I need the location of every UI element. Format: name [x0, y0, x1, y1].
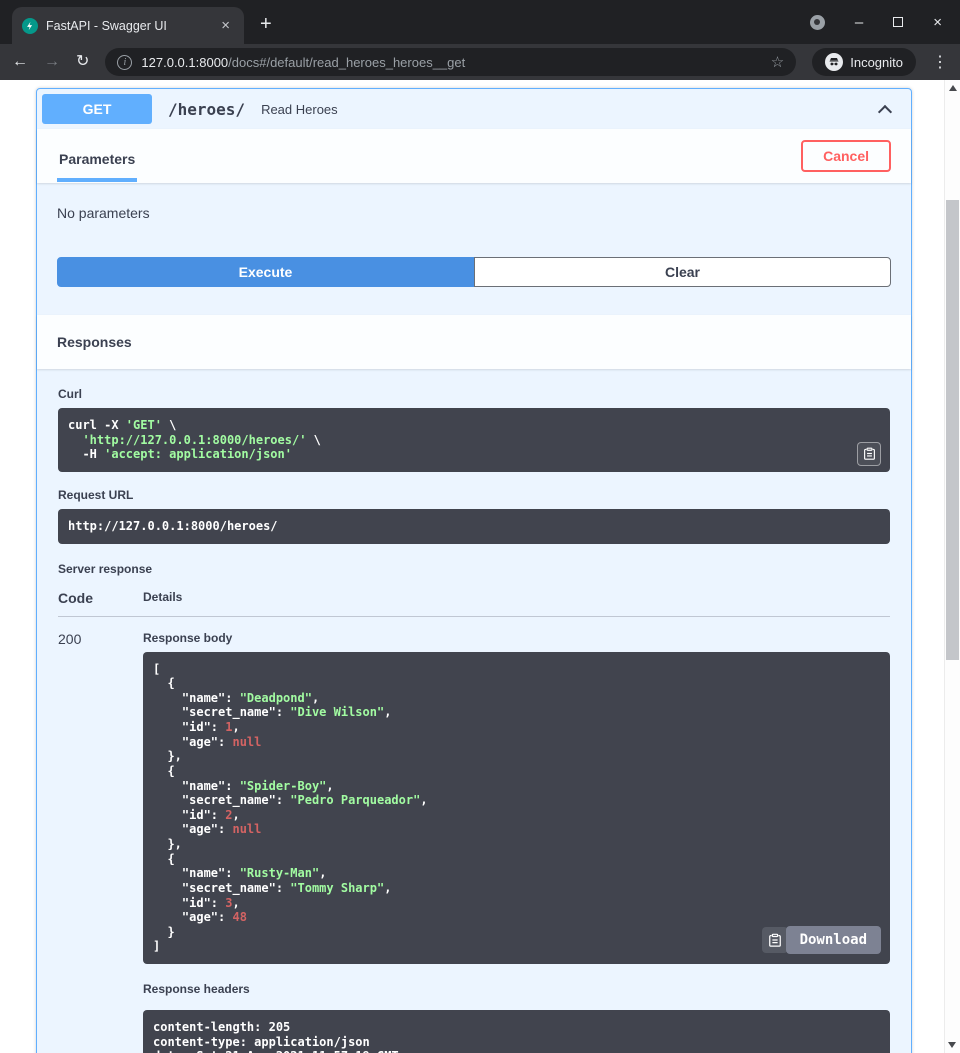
incognito-badge: Incognito [812, 48, 916, 76]
site-info-icon[interactable]: i [117, 55, 132, 70]
curl-label: Curl [58, 387, 890, 401]
close-icon[interactable]: × [933, 15, 942, 30]
response-body-label: Response body [143, 631, 890, 645]
url-path: /docs#/default/read_heroes_heroes__get [228, 55, 465, 70]
parameters-header: Parameters Cancel [37, 129, 911, 183]
copy-response-icon[interactable] [762, 927, 788, 953]
fastapi-favicon-icon [22, 18, 38, 34]
page-scrollbar[interactable] [944, 80, 960, 1053]
new-tab-button[interactable]: + [260, 13, 272, 36]
window-menu-dot [814, 19, 820, 25]
refresh-icon[interactable]: ↻ [76, 54, 89, 70]
download-button[interactable]: Download [786, 926, 881, 954]
scroll-down-icon[interactable] [948, 1042, 956, 1048]
response-body-json: [ { "name": "Deadpond", "secret_name": "… [153, 662, 880, 955]
no-parameters-text: No parameters [57, 205, 150, 221]
parameters-body: No parameters [37, 183, 911, 257]
scrollbar-thumb[interactable] [946, 200, 959, 660]
responses-body: Curl curl -X 'GET' \ 'http://127.0.0.1:8… [37, 369, 911, 1053]
server-response-label: Server response [58, 562, 890, 576]
opblock-summary[interactable]: GET /heroes/ Read Heroes [37, 89, 911, 129]
url-host: 127.0.0.1:8000 [141, 55, 228, 70]
response-headers-block: content-length: 205 content-type: applic… [143, 1010, 890, 1053]
request-url-block: http://127.0.0.1:8000/heroes/ [58, 509, 890, 544]
browser-titlebar: FastAPI - Swagger UI × + – × [0, 0, 960, 44]
maximize-icon[interactable] [893, 17, 903, 27]
browser-navbar: ← → ↻ i 127.0.0.1:8000/docs#/default/rea… [0, 44, 960, 80]
back-icon[interactable]: ← [12, 54, 28, 70]
responses-header: Responses [37, 315, 911, 369]
tab-parameters[interactable]: Parameters [57, 141, 137, 182]
request-url-value: http://127.0.0.1:8000/heroes/ [68, 519, 278, 533]
window-controls: – × [792, 0, 960, 44]
response-row-200: 200 Response body [ { "name": "Deadpond"… [58, 617, 890, 1053]
copy-curl-icon[interactable] [857, 442, 881, 466]
endpoint-summary: Read Heroes [261, 102, 870, 117]
response-body-block: [ { "name": "Deadpond", "secret_name": "… [143, 652, 890, 965]
browser-tab[interactable]: FastAPI - Swagger UI × [12, 7, 244, 44]
bookmark-star-icon[interactable]: ☆ [771, 53, 784, 71]
details-column-header: Details [143, 590, 182, 606]
tab-close-icon[interactable]: × [217, 16, 234, 35]
forward-icon[interactable]: → [44, 54, 60, 70]
endpoint-path: /heroes/ [162, 100, 251, 119]
response-headers-text: content-length: 205 content-type: applic… [153, 1020, 880, 1053]
collapse-chevron-icon[interactable] [878, 105, 892, 119]
browser-menu-icon[interactable]: ⋮ [932, 52, 948, 72]
curl-command-text: curl -X 'GET' \ 'http://127.0.0.1:8000/h… [68, 418, 880, 462]
responses-title: Responses [57, 334, 132, 350]
request-url-label: Request URL [58, 488, 890, 502]
execute-button[interactable]: Execute [57, 257, 474, 287]
incognito-icon [825, 53, 843, 71]
clear-button[interactable]: Clear [474, 257, 891, 287]
method-badge: GET [42, 94, 152, 124]
tab-title: FastAPI - Swagger UI [46, 19, 209, 33]
swagger-page: GET /heroes/ Read Heroes Parameters Canc… [0, 80, 944, 1053]
status-code: 200 [58, 631, 143, 1053]
minimize-icon[interactable]: – [855, 15, 863, 30]
incognito-label: Incognito [850, 55, 903, 70]
curl-command-block: curl -X 'GET' \ 'http://127.0.0.1:8000/h… [58, 408, 890, 472]
execute-row: Execute Clear [37, 257, 911, 315]
response-headers-label: Response headers [143, 982, 890, 996]
scroll-up-icon[interactable] [949, 85, 957, 91]
code-column-header: Code [58, 590, 143, 606]
cancel-button[interactable]: Cancel [801, 140, 891, 172]
opblock-get-heroes: GET /heroes/ Read Heroes Parameters Canc… [36, 88, 912, 1053]
url-bar[interactable]: i 127.0.0.1:8000/docs#/default/read_hero… [105, 48, 796, 76]
url-text[interactable]: 127.0.0.1:8000/docs#/default/read_heroes… [141, 55, 761, 70]
window-menu-icon[interactable] [810, 15, 825, 30]
response-table-header: Code Details [58, 590, 890, 617]
